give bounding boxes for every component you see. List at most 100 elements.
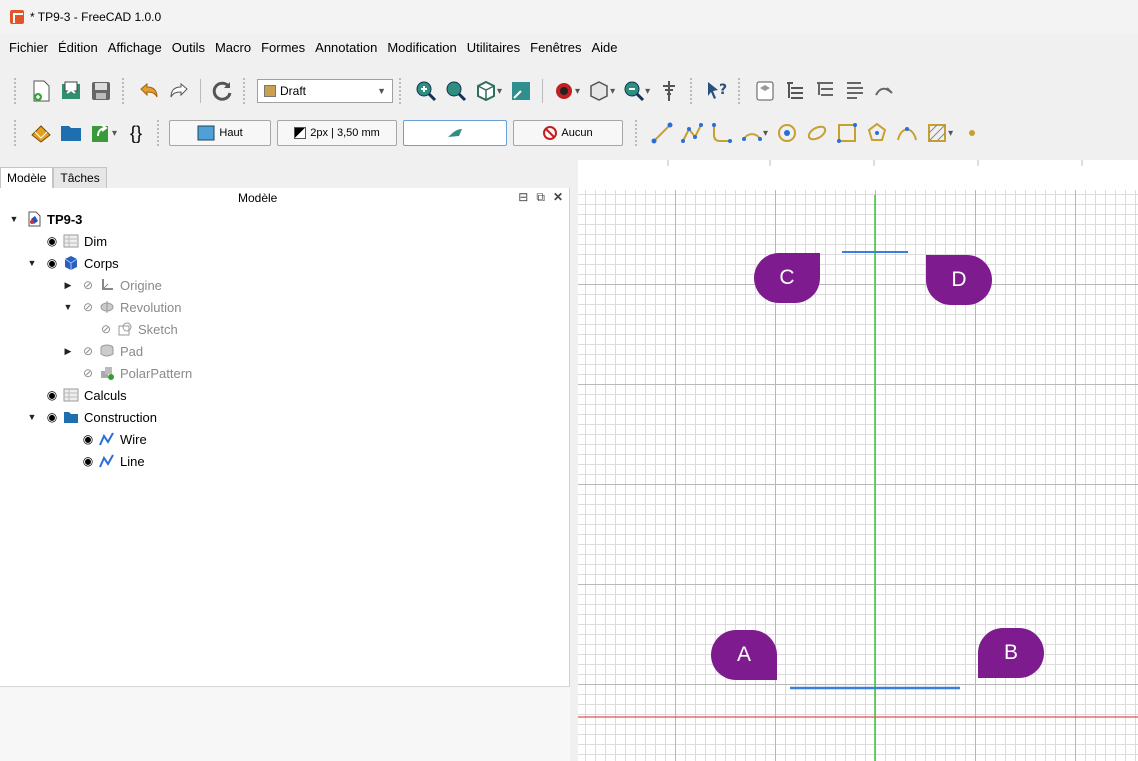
dock-icon[interactable]: ⊟ bbox=[518, 190, 528, 205]
view-top-button[interactable]: Haut bbox=[169, 120, 272, 146]
zoom-fit-all-icon[interactable] bbox=[411, 76, 441, 106]
tree-select-all-icon[interactable] bbox=[780, 76, 810, 106]
eye-visible-icon[interactable]: ◉ bbox=[80, 454, 96, 468]
tree-item-calculs[interactable]: ◉ Calculs bbox=[44, 384, 127, 406]
workbench-selector[interactable]: Draft ▼ bbox=[257, 79, 393, 103]
chevron-down-icon[interactable]: ▾ bbox=[610, 86, 615, 97]
open-document-icon[interactable] bbox=[56, 76, 86, 106]
draft-rectangle-icon[interactable] bbox=[832, 118, 862, 148]
line-width-button[interactable]: 2px | 3,50 mm bbox=[277, 120, 398, 146]
eye-hidden-icon[interactable]: ⊘ bbox=[80, 344, 96, 358]
tree-item-label: Dim bbox=[84, 233, 108, 249]
draft-circle-icon[interactable] bbox=[772, 118, 802, 148]
group-brackets-icon[interactable]: {} bbox=[121, 118, 151, 148]
tree-item-construction[interactable]: ▼ ◉ Construction bbox=[26, 406, 157, 428]
menu-formes[interactable]: Formes bbox=[256, 40, 310, 55]
working-plane-icon[interactable] bbox=[26, 118, 56, 148]
tree-item-tp9-3[interactable]: ▼ TP9-3 bbox=[8, 208, 82, 230]
menu-aide[interactable]: Aide bbox=[586, 40, 622, 55]
refresh-icon[interactable] bbox=[207, 76, 237, 106]
draft-polygon-icon[interactable] bbox=[862, 118, 892, 148]
tree-item-pad[interactable]: ▶ ⊘ Pad bbox=[62, 340, 144, 362]
top-view-icon bbox=[197, 125, 215, 141]
tree-item-sketch[interactable]: ⊘ Sketch bbox=[98, 318, 178, 340]
menu-utilitaires[interactable]: Utilitaires bbox=[462, 40, 525, 55]
snap-style-button[interactable] bbox=[403, 120, 508, 146]
menu-macro[interactable]: Macro bbox=[210, 40, 256, 55]
draft-bspline-icon[interactable] bbox=[892, 118, 922, 148]
draft-ellipse-icon[interactable] bbox=[802, 118, 832, 148]
eye-hidden-icon[interactable]: ⊘ bbox=[80, 366, 96, 380]
eye-visible-icon[interactable]: ◉ bbox=[44, 256, 60, 270]
collapse-arrow-icon[interactable]: ▶ bbox=[62, 346, 74, 357]
chevron-down-icon[interactable]: ▾ bbox=[112, 128, 117, 139]
undo-icon[interactable] bbox=[134, 76, 164, 106]
float-icon[interactable]: ⧉ bbox=[536, 190, 545, 205]
toolbar-grip bbox=[738, 78, 744, 104]
eye-visible-icon[interactable]: ◉ bbox=[44, 388, 60, 402]
menu-fenetres[interactable]: Fenêtres bbox=[525, 40, 586, 55]
eye-visible-icon[interactable]: ◉ bbox=[44, 234, 60, 248]
redo-icon[interactable] bbox=[164, 76, 194, 106]
panel-tabs: Modèle Tâches bbox=[0, 160, 107, 188]
tree-item-label: Sketch bbox=[138, 321, 178, 337]
no-style-icon bbox=[543, 126, 558, 140]
workbench-label: Draft bbox=[280, 84, 307, 98]
tree-item-origine[interactable]: ▶ ⊘ Origine bbox=[62, 274, 162, 296]
draft-fillet-icon[interactable] bbox=[707, 118, 737, 148]
draft-pen-icon bbox=[448, 129, 463, 137]
menu-outils[interactable]: Outils bbox=[167, 40, 210, 55]
expand-arrow-icon[interactable]: ▼ bbox=[26, 412, 38, 422]
main-toolbar: Draft ▼ ▾ ▾ ▾ ▾ ? bbox=[0, 73, 1138, 109]
toolbar-grip bbox=[690, 78, 696, 104]
menu-fichier[interactable]: Fichier bbox=[4, 40, 53, 55]
tree-collapse-icon[interactable] bbox=[810, 76, 840, 106]
draw-style-icon[interactable] bbox=[506, 76, 536, 106]
chevron-down-icon[interactable]: ▾ bbox=[763, 128, 768, 139]
eye-visible-icon[interactable]: ◉ bbox=[44, 410, 60, 424]
eye-hidden-icon[interactable]: ⊘ bbox=[80, 300, 96, 314]
tree-item-dim[interactable]: ◉ Dim bbox=[44, 230, 107, 252]
menu-annotation[interactable]: Annotation bbox=[310, 40, 382, 55]
expand-arrow-icon[interactable]: ▼ bbox=[8, 214, 20, 224]
tree-item-line[interactable]: ◉ Line bbox=[80, 450, 145, 472]
sketch-icon bbox=[117, 321, 133, 337]
expand-arrow-icon[interactable]: ▼ bbox=[26, 258, 38, 268]
eye-visible-icon[interactable]: ◉ bbox=[80, 432, 96, 446]
whats-this-icon[interactable]: ? bbox=[702, 76, 732, 106]
folder-icon[interactable] bbox=[56, 118, 86, 148]
eye-hidden-icon[interactable]: ⊘ bbox=[98, 322, 114, 336]
tab-taches[interactable]: Tâches bbox=[53, 167, 107, 188]
polar-pattern-icon bbox=[99, 365, 115, 381]
annotation-style-button[interactable]: Aucun bbox=[513, 120, 624, 146]
save-icon[interactable] bbox=[86, 76, 116, 106]
tree-item-corps[interactable]: ▼ ◉ Corps bbox=[26, 252, 119, 274]
tree-item-wire[interactable]: ◉ Wire bbox=[80, 428, 147, 450]
collapse-arrow-icon[interactable]: ▶ bbox=[62, 280, 74, 291]
tree-sync-icon[interactable] bbox=[840, 76, 870, 106]
menu-modification[interactable]: Modification bbox=[382, 40, 461, 55]
menu-edition[interactable]: Édition bbox=[53, 40, 103, 55]
eye-hidden-icon[interactable]: ⊘ bbox=[80, 278, 96, 292]
chevron-down-icon[interactable]: ▾ bbox=[575, 86, 580, 97]
tab-modele[interactable]: Modèle bbox=[0, 167, 54, 188]
new-document-icon[interactable] bbox=[26, 76, 56, 106]
menu-affichage[interactable]: Affichage bbox=[103, 40, 167, 55]
tree-record-icon[interactable] bbox=[870, 76, 900, 106]
viewport-geometry bbox=[578, 195, 1138, 761]
close-icon[interactable]: ✕ bbox=[553, 190, 563, 205]
draft-line-icon[interactable] bbox=[647, 118, 677, 148]
tree-item-polarpattern[interactable]: ⊘ PolarPattern bbox=[80, 362, 192, 384]
line-width-label: 2px | 3,50 mm bbox=[310, 127, 380, 139]
draft-point-icon[interactable] bbox=[957, 118, 987, 148]
chevron-down-icon[interactable]: ▾ bbox=[497, 86, 502, 97]
draft-wire-icon[interactable] bbox=[677, 118, 707, 148]
chevron-down-icon[interactable]: ▾ bbox=[645, 86, 650, 97]
zoom-selection-icon[interactable] bbox=[441, 76, 471, 106]
layers-icon[interactable] bbox=[750, 76, 780, 106]
tree-item-revolution[interactable]: ▼ ⊘ Revolution bbox=[62, 296, 182, 318]
expand-arrow-icon[interactable]: ▼ bbox=[62, 302, 74, 312]
axis-cross-icon[interactable] bbox=[654, 76, 684, 106]
chevron-down-icon[interactable]: ▾ bbox=[948, 128, 953, 139]
3d-viewport[interactable]: C D A B bbox=[578, 160, 1138, 761]
